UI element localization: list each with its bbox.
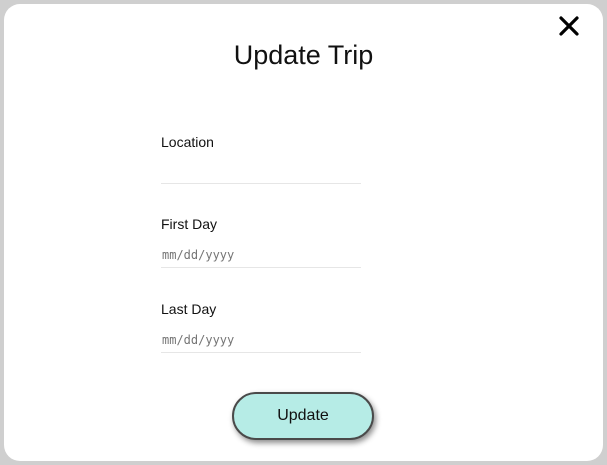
location-label: Location [161, 134, 214, 150]
last-day-field-group: Last Day [161, 301, 361, 353]
first-day-field-group: First Day [161, 216, 361, 268]
update-trip-dialog: Update Trip Location First Day Last Day … [4, 4, 603, 461]
close-button[interactable] [557, 14, 581, 38]
location-field-group: Location [161, 134, 361, 184]
update-button[interactable]: Update [232, 392, 374, 440]
close-icon[interactable] [557, 14, 581, 38]
location-input[interactable] [161, 158, 361, 184]
last-day-label: Last Day [161, 301, 217, 317]
first-day-label: First Day [161, 216, 217, 232]
last-day-date-input[interactable] [161, 327, 361, 353]
first-day-date-input[interactable] [161, 242, 361, 268]
dialog-title: Update Trip [233, 40, 374, 70]
